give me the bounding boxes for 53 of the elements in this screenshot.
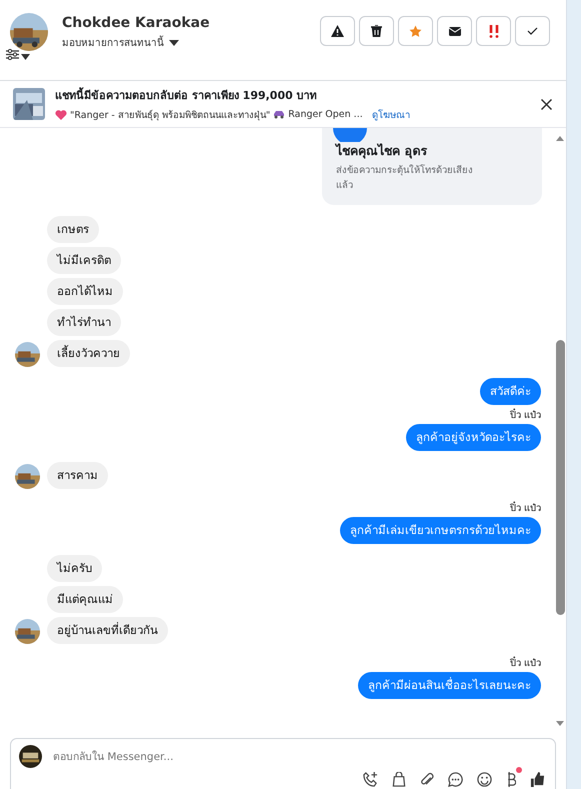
message-bubble: อยู่บ้านเลขที่เดียวกัน [47, 617, 168, 644]
exclamation-icon [488, 24, 500, 38]
emoji-icon[interactable] [477, 772, 492, 787]
message-bubble: ไม่มีเครดิต [47, 247, 121, 274]
sender-name: ปิ๋ว แป๋ว [510, 655, 541, 670]
mail-button[interactable] [437, 16, 472, 46]
paperclip-icon[interactable] [420, 772, 434, 787]
message-bubble: สารคาม [47, 462, 108, 489]
notice-text: ส่งข้อความกระตุ้นให้โทรด้วยเสียงแล้ว [336, 163, 474, 193]
heart-icon [55, 110, 67, 120]
checkmark-icon [527, 27, 538, 35]
scroll-up-icon[interactable] [556, 136, 564, 141]
sender-name: ปิ๋ว แป๋ว [510, 500, 541, 515]
chat-icon[interactable] [448, 772, 463, 787]
assign-dropdown[interactable]: มอบหมายการสนทนานี้ [62, 35, 179, 50]
message-bubble: สวัสดีค่ะ [480, 378, 541, 405]
message-bubble: ลูกค้ามีเล่มเขียวเกษตรกรด้วยไหมคะ [340, 517, 541, 544]
caret-icon[interactable] [21, 54, 30, 60]
notice-icon [333, 128, 367, 142]
message-bubble: เลี้ยงวัวควาย [47, 340, 130, 367]
trash-button[interactable] [359, 16, 394, 46]
ad-caption: "Ranger - สายพันธุ์ดุ พร้อมพิชิตถนนและทางฝุ่น" [70, 108, 270, 122]
trash-icon [371, 25, 382, 37]
envelope-icon [448, 26, 460, 36]
ad-title: แชทนี้มีข้อความตอบกลับต่อ ราคาเพียง 199,000 บาท [55, 86, 318, 104]
add-call-icon[interactable] [363, 772, 378, 787]
bag-icon[interactable] [392, 772, 406, 787]
alert-button[interactable] [320, 16, 355, 46]
message-bubble: ออกได้ไหม [47, 278, 123, 305]
sliders-icon[interactable] [6, 49, 19, 60]
view-ad-link[interactable]: ดูโฆษณา [372, 107, 410, 122]
ad-caption: Ranger Open ... [288, 109, 363, 120]
car-icon [273, 110, 286, 119]
message-bubble: ลูกค้ามีผ่อนสินเชื่ออะไรเลยนะคะ [358, 672, 541, 699]
check-button[interactable] [515, 16, 550, 46]
scrollbar-thumb[interactable] [556, 340, 564, 615]
message-bubble: มีแต่คุณแม่ [47, 586, 123, 613]
sender-name: ปิ๋ว แป๋ว [510, 407, 541, 422]
message-bubble: ทำไร่ทำนา [47, 309, 121, 336]
payment-icon[interactable] [506, 772, 516, 787]
scroll-down-icon[interactable] [556, 721, 564, 726]
message-bubble: ไม่ครับ [47, 555, 102, 582]
caret-icon [169, 40, 179, 46]
message-bubble: เกษตร [47, 216, 99, 243]
urgent-button[interactable] [476, 16, 511, 46]
contact-name: Chokdee Karaokae [62, 15, 210, 31]
message-bubble: ลูกค้าอยู่จังหวัดอะไรคะ [406, 424, 541, 451]
star-icon [409, 24, 422, 38]
star-button[interactable] [398, 16, 433, 46]
notice-title: ไชคคุณไชค อุดร [336, 142, 428, 161]
warning-icon [331, 25, 344, 37]
thumbs-up-icon[interactable] [530, 772, 545, 787]
close-icon[interactable] [541, 98, 552, 110]
